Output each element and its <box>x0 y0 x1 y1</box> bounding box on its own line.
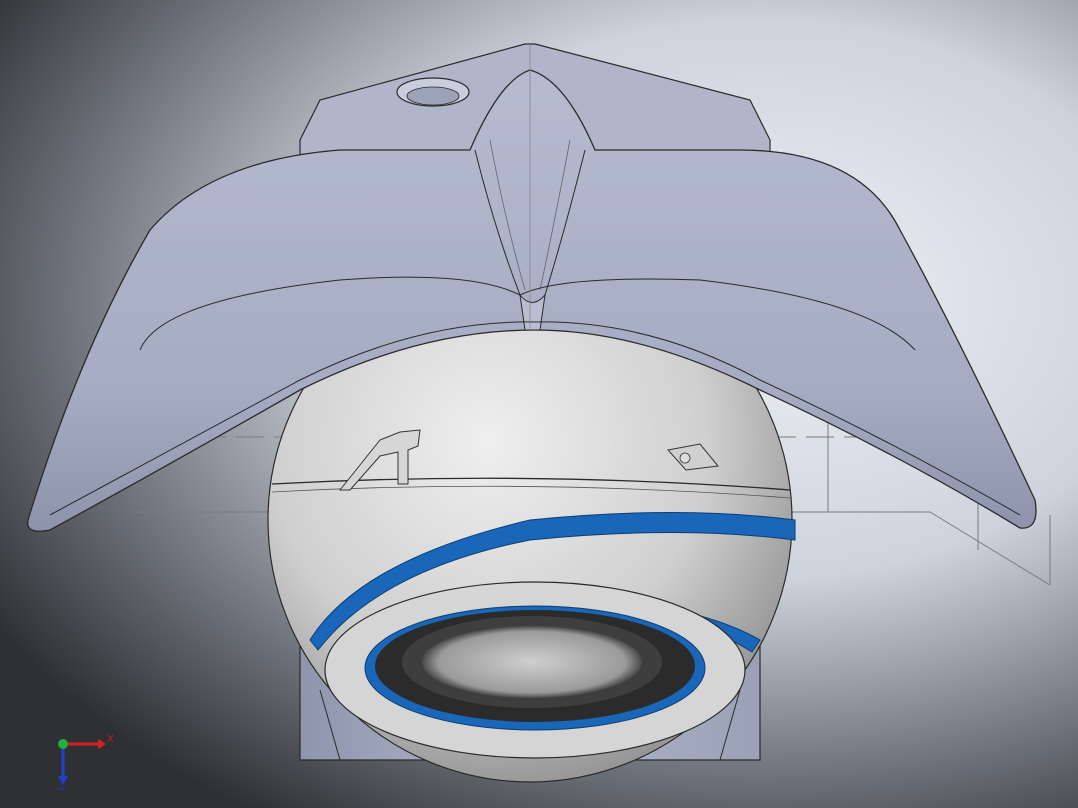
graphics-viewport[interactable]: X Z <box>0 0 1078 808</box>
y-axis-dot <box>58 739 68 749</box>
z-axis-label: Z <box>59 782 66 790</box>
camera-lens <box>324 581 746 759</box>
3d-model-view[interactable] <box>0 0 1078 808</box>
x-axis-label: X <box>107 734 114 745</box>
coordinate-triad: X Z <box>58 734 114 790</box>
